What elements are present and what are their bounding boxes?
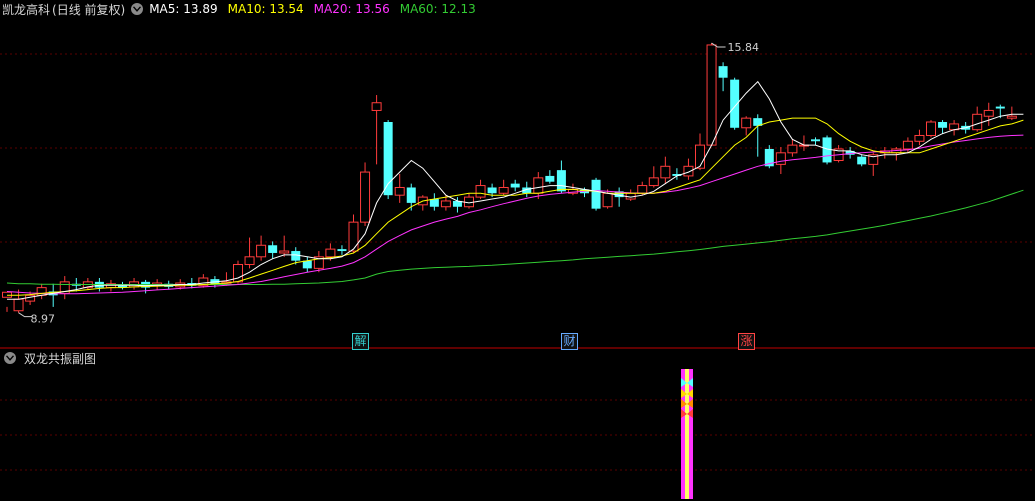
ma10-value: MA10: 13.54 [227, 2, 304, 16]
candle-body-up [498, 186, 509, 194]
candle-body-down [337, 249, 347, 252]
signal-bar-inner [685, 369, 689, 499]
candle-body-down [718, 66, 728, 78]
ma60-value: MA60: 12.13 [399, 2, 476, 16]
event-tag-limit-up[interactable]: 涨 [738, 333, 755, 350]
candle-body-up [1006, 115, 1017, 119]
candle-body-down [938, 122, 948, 128]
sub-chart-title: 双龙共振副图 [24, 351, 97, 366]
chart-mode: (日线 前复权) [52, 2, 126, 17]
candle-body-up [533, 177, 544, 194]
candle-body-up [256, 244, 267, 258]
chevron-down-icon[interactable] [131, 3, 144, 15]
sub-chart-header: 双龙共振副图 [0, 349, 96, 367]
candle-body-up [2, 291, 12, 298]
candle-body-up [683, 165, 694, 177]
kline-window: 15.84 8.97 凯龙高科 (日线 前复权) MA5: 13.89 MA10:… [0, 0, 1035, 501]
candle-body-up [279, 250, 290, 254]
candle-body-down [429, 199, 439, 207]
main-chart-header: 凯龙高科 (日线 前复权) MA5: 13.89 MA10: 13.54 MA2… [0, 0, 486, 18]
candle-body-up [775, 152, 786, 165]
candle-body-up [244, 256, 255, 266]
candle-body-up [914, 134, 925, 142]
event-tag-unlock[interactable]: 解 [352, 333, 369, 350]
candle-body-up [637, 185, 648, 194]
candle-body-up [13, 298, 24, 312]
candle-body-down [545, 175, 555, 182]
candle-body-up [660, 165, 671, 179]
candle-body-up [371, 102, 382, 111]
candle-body-up [926, 121, 936, 136]
candle-body-up [695, 144, 705, 169]
candle-body-down [591, 179, 601, 209]
candle-body-up [706, 44, 717, 146]
candle-body-up [394, 186, 405, 196]
candle-body-down [268, 245, 278, 253]
candle-body-down [406, 187, 416, 203]
candle-body-up [972, 113, 983, 131]
candle-body-down [510, 183, 520, 188]
event-tag-finance[interactable]: 财 [561, 333, 578, 350]
ma5-value: MA5: 13.89 [149, 2, 218, 16]
candle-body-up [348, 221, 359, 252]
candle-body-up [902, 140, 913, 150]
candle-body-up [440, 200, 451, 208]
ma10-line [7, 117, 1024, 296]
candle-body-down [995, 106, 1005, 109]
candle-body-down [302, 260, 312, 269]
candle-body-up [983, 109, 994, 117]
candle-body-down [556, 170, 566, 192]
high-price-label: 15.84 [728, 41, 760, 54]
candle-body-down [857, 156, 867, 165]
candle-body-up [787, 144, 798, 154]
candle-body-down [811, 139, 820, 142]
candle-body-up [325, 248, 336, 258]
kline-canvas: 15.84 8.97 [0, 41, 1035, 499]
ma60-line [6, 189, 1024, 285]
candle-body-up [360, 171, 371, 223]
candle-body-up [602, 192, 613, 208]
candle-body-down [487, 187, 497, 194]
chevron-down-icon[interactable] [4, 352, 16, 364]
stock-name: 凯龙高科 [2, 2, 51, 17]
ma20-value: MA20: 13.56 [313, 2, 390, 16]
candle-body-up [741, 117, 752, 129]
candle-body-up [475, 185, 486, 198]
candle-body-up [648, 177, 659, 187]
low-price-label: 8.97 [31, 313, 56, 326]
